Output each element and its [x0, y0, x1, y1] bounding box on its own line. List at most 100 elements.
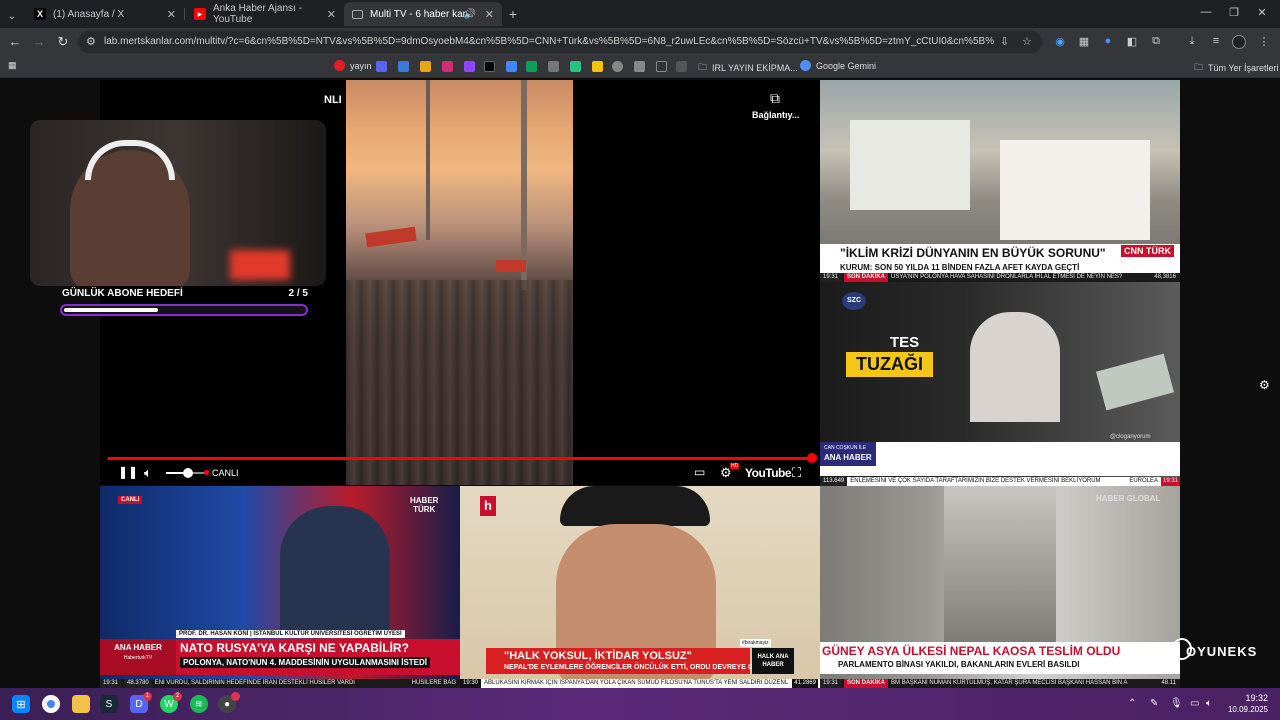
menu-kebab-icon[interactable]: ⋮	[1256, 35, 1272, 48]
youtube-logo[interactable]: YouTube	[745, 466, 792, 480]
tile-haber-global[interactable]: HABER GLOBAL GÜNEY ASYA ÜLKESİ NEPAL KAO…	[820, 486, 1180, 688]
extension-icon[interactable]: ●	[1100, 35, 1116, 47]
progress-bar[interactable]	[108, 453, 817, 463]
bookmark-icon[interactable]	[592, 61, 603, 72]
bookmark-icon[interactable]	[676, 61, 687, 72]
extension-icon[interactable]: ◉	[1052, 35, 1068, 48]
tab-youtube[interactable]: ▶ Anka Haber Ajansı - YouTube ✕	[186, 2, 344, 26]
headline: NATO RUSYA'YA KARŞI NE YAPABİLİR?	[180, 641, 409, 655]
tray-pen-icon[interactable]: ✎	[1150, 698, 1158, 709]
hat-shape	[560, 486, 710, 526]
bookmark-star-icon[interactable]: ☆	[1022, 35, 1032, 48]
spotify-icon[interactable]: ≋	[190, 695, 208, 713]
bookmark-icon[interactable]	[634, 61, 645, 72]
site-info-icon[interactable]: ⚙	[86, 35, 96, 48]
lower-third: "İKLİM KRİZİ DÜNYANIN EN BÜYÜK SORUNU" C…	[820, 244, 1180, 262]
tile-cnn-turk[interactable]: "İKLİM KRİZİ DÜNYANIN EN BÜYÜK SORUNU" C…	[820, 80, 1180, 282]
minimize-button[interactable]: —	[1196, 6, 1216, 18]
bookmark-icon[interactable]	[656, 61, 667, 72]
profile-avatar[interactable]	[1232, 35, 1246, 49]
reading-list-icon[interactable]: ≡	[1208, 35, 1224, 47]
instagram-icon[interactable]	[442, 61, 453, 72]
reload-button[interactable]: ↻	[54, 34, 72, 50]
hd-badge: HD	[730, 463, 740, 469]
bookmark-icon[interactable]	[398, 61, 409, 72]
discord-icon[interactable]: D1	[130, 692, 152, 713]
fullscreen-icon[interactable]: ⛶	[792, 465, 801, 481]
news-ticker: 19:31 SON DAKİKA USYA'NIN POLONYA HAVA SAH…	[820, 273, 1180, 282]
apps-grid-icon[interactable]: ▦	[8, 60, 17, 71]
bookmark-gemini[interactable]: Google Gemini	[800, 60, 876, 71]
close-icon[interactable]: ✕	[327, 8, 336, 21]
multitv-settings-icon[interactable]: ⚙	[1259, 378, 1270, 392]
copy-link-label[interactable]: Bağlantıy...	[752, 110, 799, 120]
downloads-icon[interactable]: ⤓	[1184, 35, 1200, 48]
extension-icon[interactable]: ▦	[1076, 35, 1092, 48]
building-shape	[1000, 140, 1150, 240]
extensions-puzzle-icon[interactable]: ⧉	[1148, 35, 1164, 48]
clock-time[interactable]: 19:32	[1238, 693, 1268, 703]
tile-halk-tv[interactable]: h #birakmayiz "HALK YOKSUL, İKTİDAR YOLS…	[460, 486, 820, 688]
x-logo-icon: X	[34, 8, 46, 20]
bookmark-icon[interactable]	[548, 61, 559, 72]
tile-haberturk[interactable]: CANLI HABER TÜRK PROF. DR. HASAN KÖNİ | İ…	[100, 486, 460, 688]
guest-figure	[280, 506, 390, 636]
docs-icon[interactable]	[506, 61, 517, 72]
all-bookmarks[interactable]: 🗀 Tüm Yer İşaretleri	[1194, 60, 1279, 76]
goal-count: 2 / 5	[288, 288, 308, 299]
close-window-button[interactable]: ✕	[1252, 6, 1272, 19]
subheadline: POLONYA, NATO'NUN 4. MADDESİNİN UYGULANM…	[180, 657, 430, 668]
restore-button[interactable]: ❐	[1224, 6, 1244, 19]
volume-tray-icon[interactable]: 🔈︎	[1206, 698, 1212, 709]
steam-icon[interactable]: S	[100, 695, 118, 713]
microphone-icon[interactable]: 🎙︎	[1170, 698, 1183, 709]
lower-third: ANA HABER HaberturkTV NATO RUSYA'YA KARŞI…	[100, 639, 460, 675]
youtube-icon: ▶	[194, 8, 206, 20]
close-icon[interactable]: ✕	[167, 8, 176, 21]
whatsapp-icon[interactable]: W2	[160, 692, 182, 713]
progress-scrubber[interactable]	[807, 453, 817, 463]
new-tab-button[interactable]: +	[504, 2, 522, 26]
extension-icon[interactable]: ◧	[1124, 35, 1140, 48]
sheets-icon[interactable]	[526, 61, 537, 72]
tile-sozcu-tv[interactable]: SZC TES TUZAĞI CAN COŞKUN İLE ANA HABER @…	[820, 282, 1180, 486]
headline: "HALK YOKSUL, İKTİDAR YOLSUZ"	[504, 650, 692, 662]
windows-start-icon[interactable]: ⊞	[12, 695, 30, 713]
back-button[interactable]: ←	[6, 34, 24, 49]
twitch-icon[interactable]	[464, 61, 475, 72]
bookmark-icon[interactable]	[376, 61, 387, 72]
tray-overflow-icon[interactable]: ⌃	[1128, 698, 1136, 709]
github-icon[interactable]: ●	[218, 692, 240, 713]
tab-separator	[184, 8, 185, 20]
bookmark-yayin[interactable]: yayın	[334, 60, 372, 71]
tab-x[interactable]: X (1) Anasayfa / X ✕	[26, 2, 184, 26]
volume-slider[interactable]	[166, 468, 206, 478]
clock-date[interactable]: 10.09.2025	[1224, 705, 1268, 714]
lower-third-sub: KURUM: SON 50 YILDA 11 BİNDEN FAZLA AFET…	[820, 262, 1180, 273]
bookmark-icon[interactable]	[420, 61, 431, 72]
audio-playing-icon[interactable]: 🔊	[464, 9, 476, 20]
folder-icon: 🗀	[1194, 62, 1204, 72]
tab-search-button[interactable]: ⌄	[2, 4, 22, 28]
bookmark-icon[interactable]	[612, 61, 623, 72]
file-explorer-icon[interactable]	[72, 695, 90, 713]
haberturk-logo: HABER TÜRK	[410, 496, 439, 514]
close-icon[interactable]: ✕	[485, 8, 494, 21]
install-app-icon[interactable]: ⇩	[1000, 35, 1009, 48]
live-label[interactable]: CANLI	[212, 468, 239, 478]
copy-link-icon[interactable]: ⧉	[770, 90, 780, 107]
x-logo-icon[interactable]	[484, 61, 495, 72]
forward-button[interactable]: →	[30, 34, 48, 49]
subtitles-icon[interactable]: ▭	[694, 465, 705, 479]
volume-icon[interactable]: 🔈︎	[144, 465, 152, 481]
volume-knob[interactable]	[183, 468, 193, 478]
network-icon[interactable]: ▭	[1190, 698, 1199, 709]
url-text[interactable]: lab.mertskanlar.com/multitv/?c=6&cn%5B%5…	[104, 36, 994, 47]
bookmark-icon[interactable]	[570, 61, 581, 72]
tab-multitv[interactable]: Multi TV - 6 haber kanalını 🔊 ✕	[344, 2, 502, 26]
pause-icon[interactable]: ❚❚	[118, 465, 138, 479]
chrome-icon[interactable]	[42, 695, 60, 713]
bookmark-folder-irl[interactable]: 🗀 IRL YAYIN EKİPMA...	[698, 60, 798, 76]
address-bar[interactable]: ⚙ lab.mertskanlar.com/multitv/?c=6&cn%5B…	[78, 31, 1042, 53]
lower-third: GÜNEY ASYA ÜLKESİ NEPAL KAOSA TESLİM OLD…	[820, 642, 1180, 674]
